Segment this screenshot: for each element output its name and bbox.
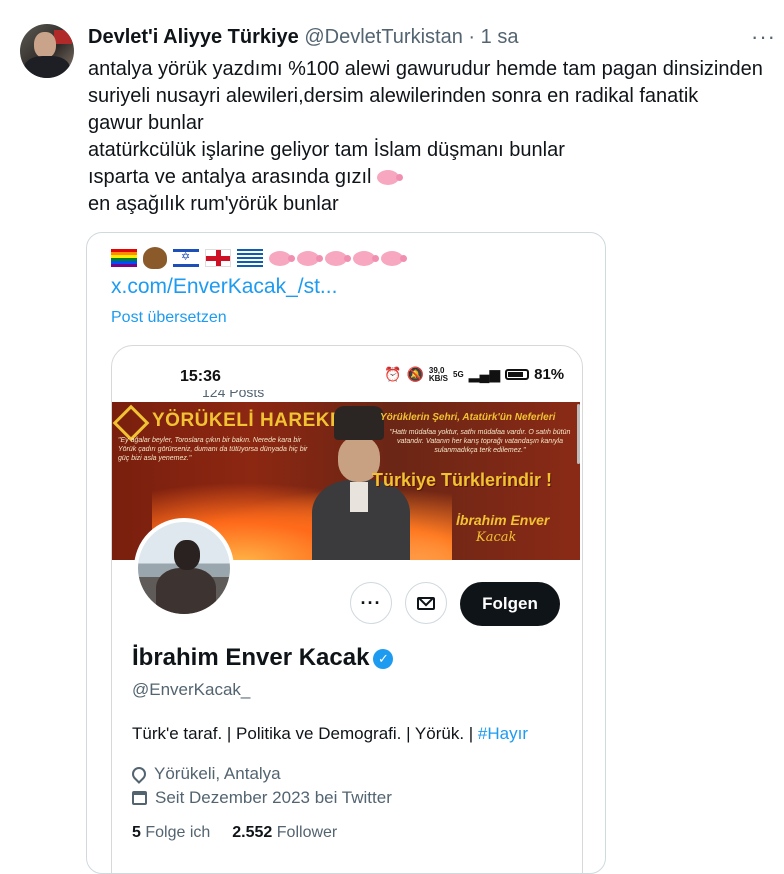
- tweet-header: Devlet'i Aliyye Türkiye @DevletTurkistan…: [88, 26, 518, 49]
- net-speed-unit: KB/S: [428, 373, 448, 383]
- author-avatar[interactable]: [20, 24, 74, 78]
- pig-emoji-icon: [381, 250, 407, 266]
- translate-post-link[interactable]: Post übersetzen: [111, 309, 227, 327]
- banner-signature: İbrahim Enver: [456, 512, 550, 528]
- pig-emoji-icon: [297, 250, 323, 266]
- alarm-icon: ⏰: [384, 366, 402, 382]
- tweet-time[interactable]: 1 sa: [481, 26, 519, 48]
- profile-location-text: Yörükeli, Antalya: [154, 764, 281, 783]
- profile-bio: Türk'e taraf. | Politika ve Demografi. |…: [132, 724, 528, 744]
- status-icons: ⏰ 🔕 39,0 KB/S 5G ▂▄▆ 81%: [384, 366, 564, 383]
- pig-emoji-icon: [269, 250, 295, 266]
- embedded-link[interactable]: x.com/EnverKacak_/st...: [111, 275, 337, 299]
- banner-right-title: Yörüklerin Şehri, Atatürk'ün Neferleri: [380, 412, 556, 423]
- profile-more-button: ···: [350, 582, 392, 624]
- profile-name: İbrahim Enver Kacak: [132, 644, 370, 671]
- scrollbar: [577, 404, 580, 464]
- net-speed: 39,0 KB/S: [428, 366, 448, 383]
- portrait-collar: [350, 482, 368, 512]
- banner-quote-left: "Ey ağalar beyler, Toroslara çıkın bir b…: [118, 437, 308, 462]
- network-type: 5G: [453, 369, 464, 379]
- greece-flag-icon: [237, 249, 263, 267]
- tweet-line: gawur bunlar: [88, 112, 204, 134]
- banner-signature-2: Kacak: [476, 530, 517, 545]
- status-clock: 15:36: [180, 368, 221, 385]
- tweet-line-text: ısparta ve antalya arasında gızıl: [88, 166, 372, 188]
- avatar-head: [174, 540, 200, 570]
- israel-flag-icon: [173, 249, 199, 267]
- mute-bell-icon: 🔕: [406, 366, 424, 382]
- tweet-text: antalya yörük yazdımı %100 alewi gawurud…: [88, 56, 784, 218]
- portrait-hat: [334, 406, 384, 440]
- avatar-flag: [54, 30, 72, 44]
- message-button: [405, 582, 447, 624]
- signal-icon: ▂▄▆: [468, 366, 501, 382]
- following-count: 5: [132, 824, 141, 841]
- battery-percent: 81%: [534, 366, 565, 383]
- posts-count-peek: 124 Posts: [202, 390, 265, 400]
- header-separator: ·: [468, 26, 476, 48]
- tweet-line: antalya yörük yazdımı %100 alewi gawurud…: [88, 58, 763, 80]
- mail-icon: [417, 596, 435, 610]
- pig-emoji-icon: [377, 170, 404, 185]
- author-name[interactable]: Devlet'i Aliyye Türkiye: [88, 26, 299, 48]
- embedded-image-card[interactable]: x.com/EnverKacak_/st... Post übersetzen …: [86, 232, 606, 874]
- phone-screenshot: 15:36 ⏰ 🔕 39,0 KB/S 5G ▂▄▆ 81% 124 Posts …: [111, 345, 583, 873]
- profile-joined-text: Seit Dezember 2023 bei Twitter: [155, 788, 392, 807]
- pig-emoji-icon: [325, 250, 351, 266]
- profile-joined: Seit Dezember 2023 bei Twitter: [132, 788, 392, 808]
- profile-avatar: [134, 518, 234, 618]
- followers-label: Follower: [276, 824, 338, 841]
- profile-location: Yörükeli, Antalya: [129, 764, 281, 784]
- profile-bio-text: Türk'e taraf. | Politika ve Demografi. |…: [132, 724, 478, 743]
- followers-count: 2.552: [232, 824, 273, 841]
- verified-badge-icon: ✓: [373, 649, 394, 669]
- rainbow-flag-icon: [111, 249, 137, 267]
- tweet-line: suriyeli nusayri alewileri,dersim alewil…: [88, 85, 699, 107]
- location-pin-icon: [129, 764, 149, 784]
- tweet[interactable]: Devlet'i Aliyye Türkiye @DevletTurkistan…: [0, 0, 784, 874]
- emoji-row: [111, 245, 407, 271]
- avatar-suit: [24, 56, 70, 78]
- pig-emoji-icon: [353, 250, 379, 266]
- tweet-line: ısparta ve antalya arasında gızıl: [88, 164, 784, 191]
- avatar-body: [156, 568, 216, 614]
- profile-name-row: İbrahim Enver Kacak ✓: [132, 644, 394, 672]
- author-handle[interactable]: @DevletTurkistan: [304, 26, 463, 48]
- banner-motto: Türkiye Türklerindir !: [372, 470, 553, 490]
- england-flag-icon: [205, 249, 231, 267]
- profile-handle: @EnverKacak_: [132, 680, 251, 699]
- follow-button: Folgen: [460, 582, 560, 626]
- more-options-icon[interactable]: ···: [751, 24, 776, 50]
- profile-stats: 5 Folge ich 2.552 Follower: [132, 824, 337, 842]
- following-label: Folge ich: [145, 824, 211, 841]
- bio-hashtag: #Hayır: [477, 724, 528, 743]
- banner-right-quote: "Hattı müdafaa yoktur, sathı müdafaa var…: [389, 429, 571, 454]
- poop-icon: [143, 247, 167, 269]
- battery-icon: [505, 369, 530, 380]
- tweet-line: atatürkcülük işlarine geliyor tam İslam …: [88, 139, 565, 161]
- avatar-face: [34, 32, 56, 58]
- tweet-line: en aşağılık rum'yörük bunlar: [88, 193, 339, 215]
- calendar-icon: [132, 791, 147, 805]
